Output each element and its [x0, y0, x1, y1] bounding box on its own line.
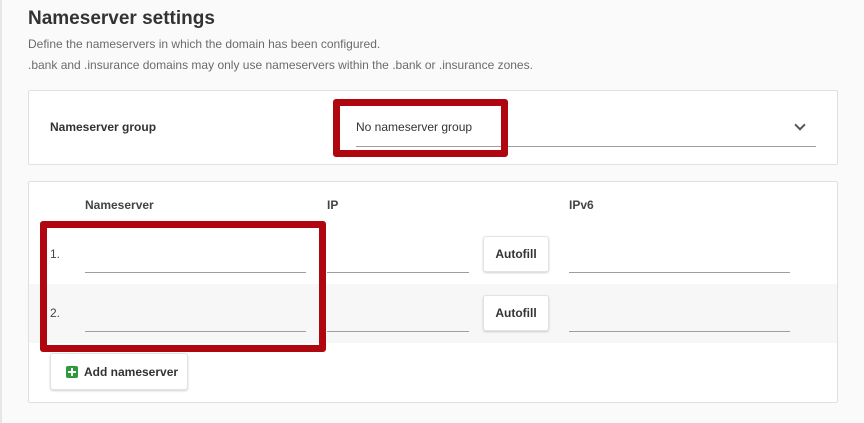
ip-input[interactable] — [327, 301, 469, 332]
ip-input[interactable] — [327, 242, 469, 273]
nameserver-group-select[interactable]: No nameserver group — [356, 109, 816, 147]
nameserver-input[interactable] — [85, 301, 306, 332]
nameserver-group-card: Nameserver group No nameserver group — [28, 90, 838, 165]
ipv6-input[interactable] — [569, 242, 790, 273]
add-nameserver-button[interactable]: Add nameserver — [50, 353, 188, 390]
column-header-ipv6: IPv6 — [569, 198, 594, 212]
nameserver-input[interactable] — [85, 242, 306, 273]
page-title: Nameserver settings — [28, 8, 215, 29]
plus-icon — [66, 366, 78, 378]
nameservers-card: Nameserver IP IPv6 1. Autofill 2. Autofi… — [28, 181, 838, 403]
nameserver-row: 2. Autofill — [29, 284, 837, 343]
autofill-button[interactable]: Autofill — [483, 295, 549, 331]
add-nameserver-label: Add nameserver — [84, 365, 179, 379]
row-number: 1. — [50, 247, 61, 261]
column-header-ip: IP — [327, 198, 339, 212]
nameserver-group-value: No nameserver group — [356, 120, 473, 134]
chevron-down-icon[interactable] — [794, 119, 806, 131]
autofill-button[interactable]: Autofill — [483, 236, 549, 272]
nameserver-row: 1. Autofill — [29, 225, 837, 284]
section-description-note: .bank and .insurance domains may only us… — [28, 58, 533, 72]
column-header-nameserver: Nameserver — [85, 198, 154, 212]
nameserver-group-label: Nameserver group — [50, 120, 157, 134]
left-border — [0, 0, 2, 423]
section-description: Define the nameservers in which the doma… — [28, 37, 381, 51]
ipv6-input[interactable] — [569, 301, 790, 332]
row-number: 2. — [50, 306, 61, 320]
